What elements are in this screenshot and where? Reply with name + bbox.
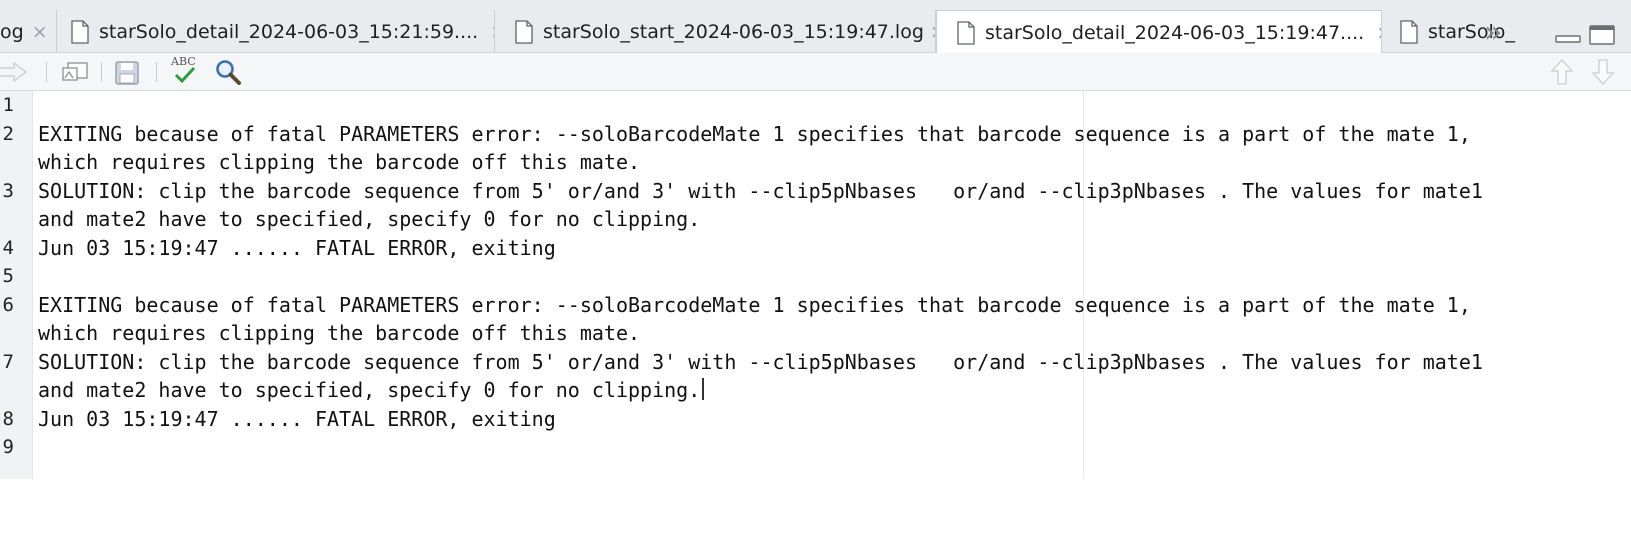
line-text: Jun 03 15:19:47 ...... FATAL ERROR, exit… <box>38 406 556 431</box>
line-number: 8 <box>2 407 14 430</box>
document-icon <box>71 19 89 44</box>
open-document-icon[interactable] <box>60 60 90 84</box>
line-text-wrapped: and mate2 have to specified, specify 0 f… <box>38 207 701 231</box>
editor[interactable]: 1 2 EXITING because of fatal PARAMETERS … <box>0 91 1631 479</box>
tab-starsolo-detail-152159[interactable]: starSolo_detail_2024-06-03_15:21:59.... … <box>57 10 495 53</box>
document-icon <box>515 19 533 44</box>
tab-label: starSolo_start_2024-06-03_15:19:47.log <box>543 20 924 43</box>
toolbar-separator <box>46 62 47 82</box>
line-text-wrapped: which requires clipping the barcode off … <box>38 321 641 345</box>
previous-arrow-icon[interactable] <box>1550 58 1574 86</box>
line-number: 9 <box>2 436 14 458</box>
more-tabs-icon[interactable]: » <box>1484 18 1502 48</box>
line-number: 1 <box>2 94 14 116</box>
line-text: EXITING because of fatal PARAMETERS erro… <box>38 292 1471 317</box>
line-text: EXITING because of fatal PARAMETERS erro… <box>38 121 1471 146</box>
tab-bar: og × starSolo_detail_2024-06-03_15:21:59… <box>0 0 1631 54</box>
line-text-wrapped: and mate2 have to specified, specify 0 f… <box>38 376 705 405</box>
line-text-wrapped: which requires clipping the barcode off … <box>38 150 641 174</box>
tab-label: og <box>0 20 24 43</box>
line-text: SOLUTION: clip the barcode sequence from… <box>38 178 1483 203</box>
line-number: 3 <box>2 179 14 202</box>
editor-line-9[interactable]: 9 <box>0 433 1631 547</box>
tab-label: starSolo_detail_2024-06-03_15:21:59.... <box>99 20 479 43</box>
toolbar-separator <box>101 62 102 82</box>
search-icon[interactable] <box>214 58 242 86</box>
maximize-icon[interactable] <box>1588 24 1616 46</box>
line-number: 2 <box>2 122 14 145</box>
checkmark-icon <box>174 67 196 83</box>
spellcheck-icon[interactable]: ABC <box>170 55 200 87</box>
line-number: 7 <box>2 350 14 373</box>
forward-arrow-icon[interactable] <box>0 60 34 84</box>
minimize-icon[interactable] <box>1554 24 1582 44</box>
toolbar-separator <box>156 62 157 82</box>
next-arrow-icon[interactable] <box>1591 58 1615 86</box>
tab-close-icon[interactable]: × <box>32 21 48 43</box>
line-number: 4 <box>2 236 14 259</box>
document-icon <box>957 20 975 45</box>
line-text-content: and mate2 have to specified, specify 0 f… <box>38 378 701 402</box>
tab-starsolo-detail-151947[interactable]: starSolo_detail_2024-06-03_15:19:47.... … <box>936 10 1382 54</box>
line-number: 5 <box>2 265 14 287</box>
save-icon[interactable] <box>114 60 140 86</box>
document-icon <box>1400 19 1418 44</box>
tab-partial-left[interactable]: og × <box>0 10 57 53</box>
line-text: Jun 03 15:19:47 ...... FATAL ERROR, exit… <box>38 235 556 260</box>
toolbar: ABC <box>0 53 1631 91</box>
line-text: SOLUTION: clip the barcode sequence from… <box>38 349 1483 374</box>
line-number: 6 <box>2 293 14 316</box>
tab-starsolo-start-151947[interactable]: starSolo_start_2024-06-03_15:19:47.log × <box>495 10 936 53</box>
text-cursor <box>702 378 705 400</box>
tab-label: starSolo_detail_2024-06-03_15:19:47.... <box>985 21 1365 44</box>
